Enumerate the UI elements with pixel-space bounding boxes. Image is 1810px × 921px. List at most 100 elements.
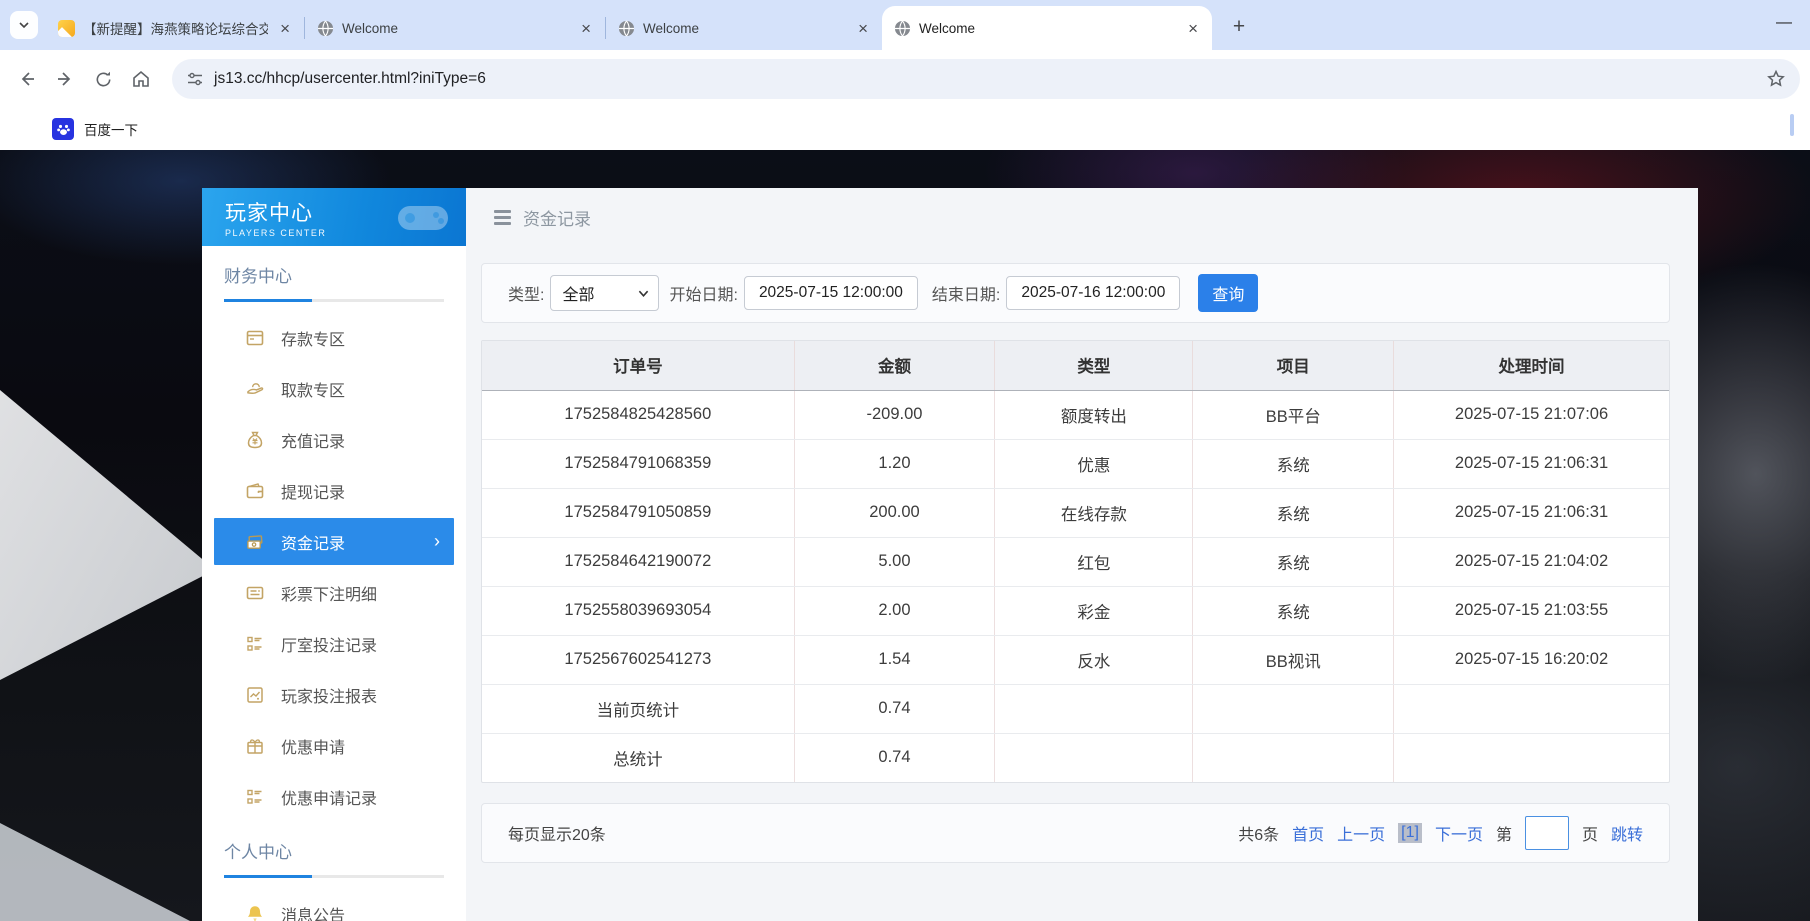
table-cell: 2025-07-15 21:03:55 (1394, 586, 1669, 635)
ticket-list-icon (246, 584, 264, 602)
home-icon (131, 69, 151, 89)
table-cell: 2025-07-15 21:07:06 (1394, 390, 1669, 439)
query-button[interactable]: 查询 (1198, 274, 1258, 312)
bookmark-star-icon[interactable] (1766, 69, 1786, 89)
end-date-input[interactable] (1006, 276, 1180, 310)
wallet-icon (246, 482, 264, 500)
home-button[interactable] (124, 62, 158, 96)
tab-welcome-1[interactable]: Welcome × (305, 6, 605, 50)
sidebar-item-hall-bet-records[interactable]: 厅室投注记录 (202, 618, 466, 669)
tab-close-icon[interactable]: × (854, 20, 872, 37)
reload-button[interactable] (86, 62, 120, 96)
current-page-indicator: [1] (1398, 823, 1422, 843)
back-arrow-icon (17, 69, 37, 89)
first-page-link[interactable]: 首页 (1292, 821, 1324, 845)
globe-icon (894, 20, 911, 37)
start-date-input[interactable] (744, 276, 918, 310)
summary-row: 总统计0.74 (482, 733, 1669, 782)
table-cell: 2.00 (794, 586, 995, 635)
browser-toolbar: js13.cc/hhcp/usercenter.html?iniType=6 (0, 50, 1810, 108)
table-cell: 1752567602541273 (482, 635, 794, 684)
site-settings-icon (186, 70, 204, 88)
table-cell (995, 733, 1193, 782)
table-row: 17525580396930542.00彩金系统2025-07-15 21:03… (482, 586, 1669, 635)
player-center-sidebar: 玩家中心 PLAYERS CENTER 财务中心存款专区取款专区充值记录提现记录… (202, 188, 466, 921)
sidebar-item-deposit-zone[interactable]: 存款专区 (202, 312, 466, 363)
bookmarks-bar: 百度一下 (0, 108, 1810, 150)
column-header-project: 项目 (1193, 341, 1394, 390)
sidebar-item-promo-apply[interactable]: 优惠申请 (202, 720, 466, 771)
bookmark-baidu[interactable]: 百度一下 (52, 118, 138, 140)
type-select[interactable]: 全部 (550, 275, 659, 311)
sidebar-item-player-bet-report[interactable]: 玩家投注报表 (202, 669, 466, 720)
sidebar-item-label: 充值记录 (281, 428, 345, 452)
hamburger-icon (494, 210, 511, 225)
table-cell: 200.00 (794, 488, 995, 537)
back-button[interactable] (10, 62, 44, 96)
tab-strip: 【新提醒】海燕策略论坛综合交 × Welcome × Welcome × Wel… (0, 0, 1810, 50)
list-detail-icon (246, 635, 264, 653)
tab-welcome-active[interactable]: Welcome × (882, 6, 1212, 50)
list-detail-icon (246, 788, 264, 806)
sidebar-item-fund-records[interactable]: 资金记录› (214, 518, 454, 565)
sidebar-item-label: 彩票下注明细 (281, 581, 377, 605)
fund-records-table: 订单号 金额 类型 项目 处理时间 1752584825428560-209.0… (481, 340, 1670, 783)
table-cell: 1752584791068359 (482, 439, 794, 488)
bell-icon (246, 905, 264, 921)
table-cell: 在线存款 (995, 488, 1193, 537)
globe-icon (317, 20, 334, 37)
sidebar-item-label: 玩家投注报表 (281, 683, 377, 707)
page-title: 资金记录 (523, 205, 591, 230)
table-row: 17525847910683591.20优惠系统2025-07-15 21:06… (482, 439, 1669, 488)
table-row: 1752584791050859200.00在线存款系统2025-07-15 2… (482, 488, 1669, 537)
tab-close-icon[interactable]: × (276, 20, 294, 37)
column-header-order-no: 订单号 (482, 341, 794, 390)
address-bar[interactable]: js13.cc/hhcp/usercenter.html?iniType=6 (172, 59, 1800, 99)
tab-title: Welcome (919, 21, 1176, 36)
jump-button[interactable]: 跳转 (1611, 821, 1643, 845)
tab-close-icon[interactable]: × (577, 20, 595, 37)
tab-forum[interactable]: 【新提醒】海燕策略论坛综合交 × (46, 6, 304, 50)
table-cell (1193, 684, 1394, 733)
table-row: 17525846421900725.00红包系统2025-07-15 21:04… (482, 537, 1669, 586)
table-cell: 优惠 (995, 439, 1193, 488)
jump-suffix-label: 页 (1582, 821, 1598, 845)
pagination-bar: 每页显示20条 共6条 首页 上一页 [1] 下一页 第 页 跳转 (481, 803, 1670, 863)
sidebar-item-promo-apply-records[interactable]: 优惠申请记录 (202, 771, 466, 822)
tab-welcome-2[interactable]: Welcome × (606, 6, 882, 50)
column-header-amount: 金额 (794, 341, 995, 390)
sidebar-item-lottery-bet-detail[interactable]: 彩票下注明细 (202, 567, 466, 618)
chevron-right-icon: › (434, 531, 440, 552)
table-cell: 反水 (995, 635, 1193, 684)
tab-title: Welcome (342, 21, 569, 36)
scrollbar-thumb[interactable] (1790, 114, 1794, 136)
window-minimize-button[interactable]: — (1776, 14, 1792, 32)
panel-header: 资金记录 (466, 188, 1698, 246)
forward-button[interactable] (48, 62, 82, 96)
tab-close-icon[interactable]: × (1184, 20, 1202, 37)
next-page-link[interactable]: 下一页 (1435, 821, 1483, 845)
filter-bar: 类型: 全部 开始日期: 结束日期: 查询 (481, 263, 1670, 323)
sidebar-item-label: 提现记录 (281, 479, 345, 503)
chevron-down-icon (638, 288, 649, 299)
column-header-process-time: 处理时间 (1394, 341, 1669, 390)
table-cell: 总统计 (482, 733, 794, 782)
tab-search-button[interactable] (10, 11, 38, 39)
sidebar-item-withdraw-zone[interactable]: 取款专区 (202, 363, 466, 414)
sidebar-menu-list: 存款专区取款专区充值记录提现记录资金记录›彩票下注明细厅室投注记录玩家投注报表优… (202, 312, 466, 822)
hand-money-icon (246, 380, 264, 398)
jump-page-input[interactable] (1525, 816, 1569, 850)
forum-favicon-icon (58, 20, 75, 37)
table-cell: 当前页统计 (482, 684, 794, 733)
sidebar-item-withdraw-records[interactable]: 提现记录 (202, 465, 466, 516)
sidebar-section-title: 个人中心 (224, 838, 444, 875)
sidebar-item-message-announcements[interactable]: 消息公告 (202, 888, 466, 921)
end-date-label: 结束日期: (932, 281, 1000, 305)
sidebar-item-recharge-records[interactable]: 充值记录 (202, 414, 466, 465)
prev-page-link[interactable]: 上一页 (1337, 821, 1385, 845)
type-label: 类型: (508, 281, 544, 305)
sidebar-item-label: 优惠申请记录 (281, 785, 377, 809)
table-cell: 2025-07-15 21:04:02 (1394, 537, 1669, 586)
new-tab-button[interactable]: + (1224, 12, 1254, 42)
column-header-type: 类型 (995, 341, 1193, 390)
